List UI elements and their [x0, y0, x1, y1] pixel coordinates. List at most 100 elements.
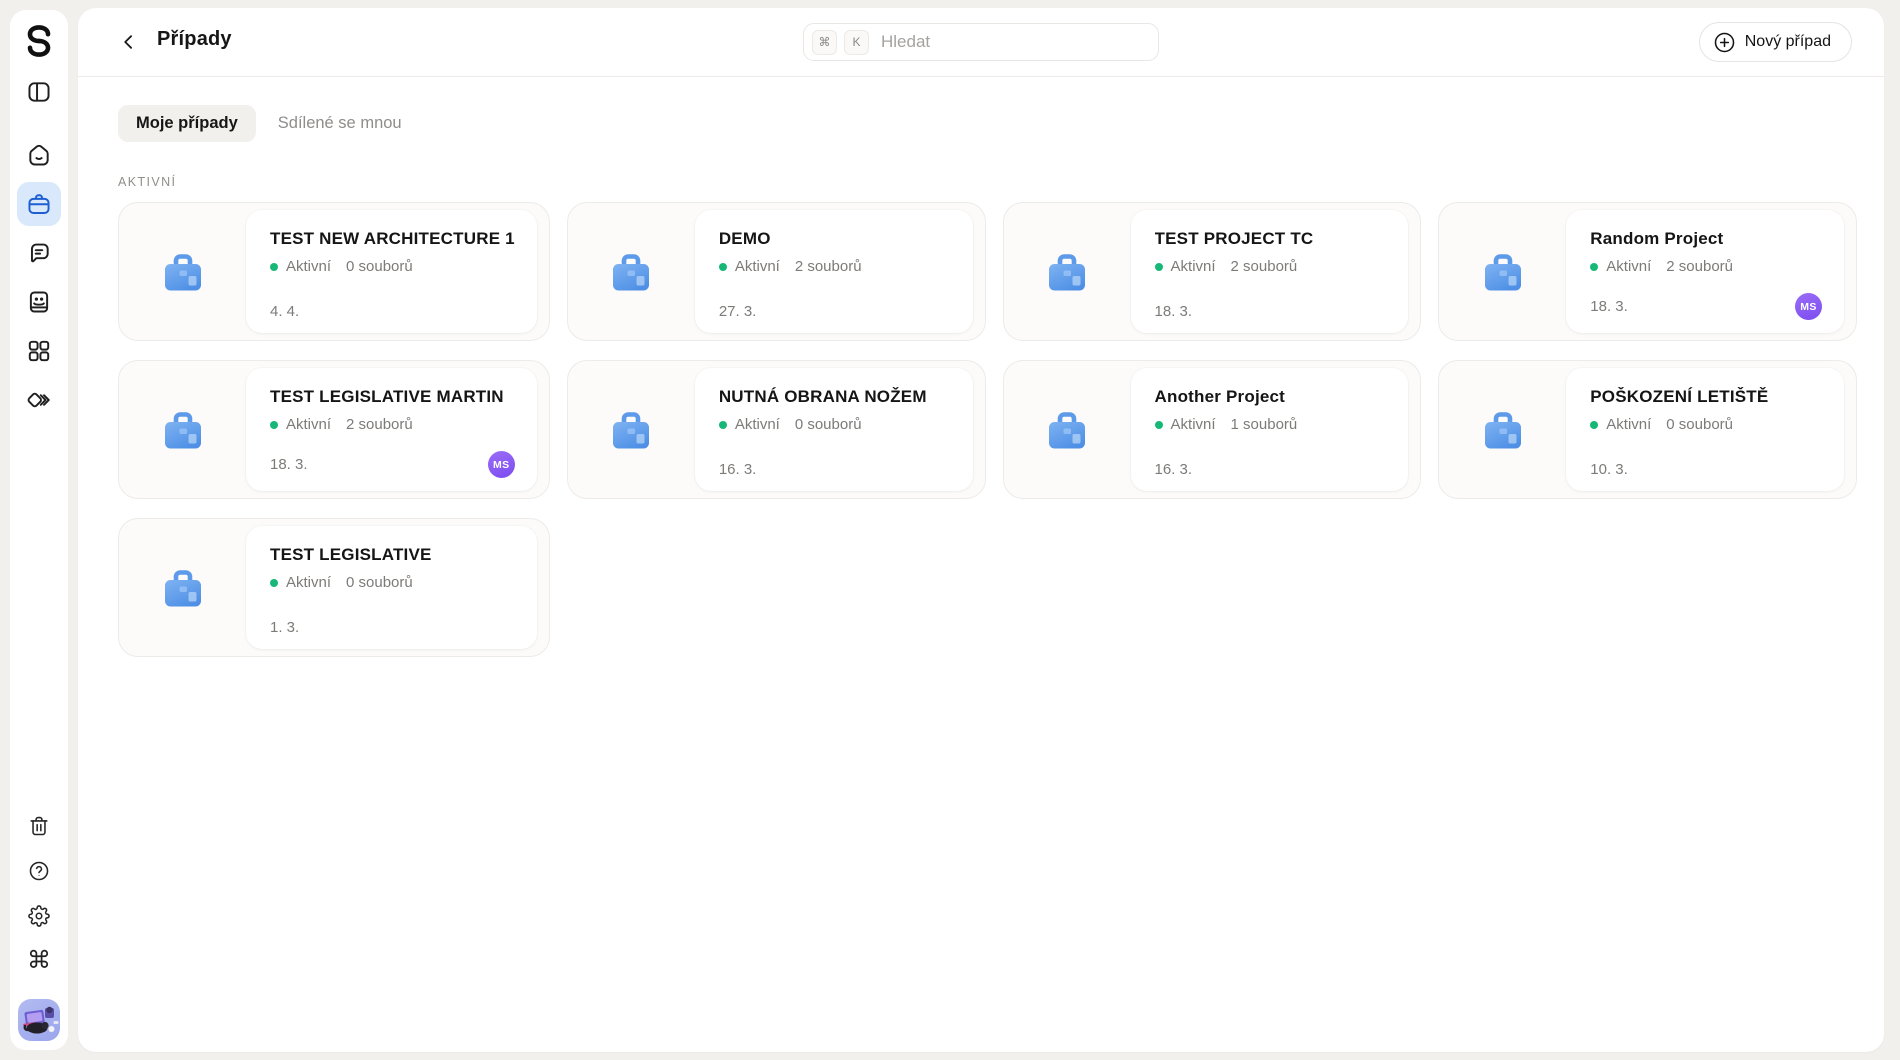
files-count: 2 souborů: [1666, 258, 1733, 275]
files-count: 0 souborů: [346, 574, 413, 591]
briefcase-icon: [155, 560, 211, 616]
status-label: Aktivní: [1606, 258, 1651, 275]
case-status-row: Aktivní 0 souborů: [719, 416, 951, 433]
sidebar-toggle-icon[interactable]: [17, 70, 61, 114]
case-card[interactable]: POŠKOZENÍ LETIŠTĚ Aktivní 0 souborů 10. …: [1438, 360, 1857, 499]
files-count: 2 souborů: [1231, 258, 1298, 275]
status-dot-icon: [1590, 421, 1598, 429]
status-label: Aktivní: [286, 574, 331, 591]
status-label: Aktivní: [1171, 416, 1216, 433]
case-title: NUTNÁ OBRANA NOŽEM: [719, 387, 951, 407]
status-chip: Aktivní: [270, 416, 331, 433]
new-case-button-label: Nový případ: [1745, 33, 1831, 51]
case-card-footer: 1. 3.: [270, 619, 515, 636]
case-date: 4. 4.: [270, 303, 299, 320]
new-case-button[interactable]: Nový případ: [1699, 22, 1852, 62]
case-date: 16. 3.: [1155, 461, 1193, 478]
case-icon-zone: [119, 519, 246, 656]
case-card-body: DEMO Aktivní 2 souborů 27. 3.: [695, 210, 973, 333]
page-title: Případy: [157, 28, 232, 51]
sidebar-item-contacts[interactable]: [17, 280, 61, 324]
case-card-footer: 16. 3.: [719, 461, 951, 478]
status-chip: Aktivní: [1590, 258, 1651, 275]
status-chip: Aktivní: [270, 258, 331, 275]
case-card-body: Random Project Aktivní 2 souborů 18. 3. …: [1566, 210, 1844, 333]
case-icon-zone: [1439, 203, 1566, 340]
sidebar-item-cases[interactable]: [17, 182, 61, 226]
case-title: Another Project: [1155, 387, 1387, 407]
case-card[interactable]: Random Project Aktivní 2 souborů 18. 3. …: [1438, 202, 1857, 341]
files-count: 0 souborů: [346, 258, 413, 275]
status-chip: Aktivní: [270, 574, 331, 591]
briefcase-icon: [603, 244, 659, 300]
briefcase-icon: [155, 244, 211, 300]
case-card-body: NUTNÁ OBRANA NOŽEM Aktivní 0 souborů 16.…: [695, 368, 973, 491]
status-dot-icon: [1155, 421, 1163, 429]
sidebar-item-home[interactable]: [17, 133, 61, 177]
user-avatar[interactable]: [18, 999, 60, 1041]
case-date: 18. 3.: [270, 456, 308, 473]
case-card-body: TEST NEW ARCHITECTURE 1 Aktivní 0 soubor…: [246, 210, 537, 333]
case-status-row: Aktivní 0 souborů: [270, 574, 515, 591]
briefcase-icon: [1475, 244, 1531, 300]
case-card-body: Another Project Aktivní 1 souborů 16. 3.: [1131, 368, 1409, 491]
case-icon-zone: [119, 361, 246, 498]
case-status-row: Aktivní 2 souborů: [719, 258, 951, 275]
trash-icon[interactable]: [21, 808, 57, 844]
sidebar: ⌘: [10, 10, 68, 1050]
status-chip: Aktivní: [719, 416, 780, 433]
search-bar[interactable]: ⌘ K: [803, 23, 1159, 61]
case-card[interactable]: NUTNÁ OBRANA NOŽEM Aktivní 0 souborů 16.…: [567, 360, 986, 499]
case-title: DEMO: [719, 229, 951, 249]
sidebar-item-workflows[interactable]: [17, 378, 61, 422]
status-dot-icon: [270, 579, 278, 587]
status-dot-icon: [719, 421, 727, 429]
case-date: 1. 3.: [270, 619, 299, 636]
tab-my-cases[interactable]: Moje případy: [118, 105, 256, 142]
tab-shared-with-me[interactable]: Sdílené se mnou: [270, 105, 410, 142]
files-count: 2 souborů: [795, 258, 862, 275]
case-title: TEST PROJECT TC: [1155, 229, 1387, 249]
case-card[interactable]: DEMO Aktivní 2 souborů 27. 3.: [567, 202, 986, 341]
case-card-footer: 18. 3. MS: [1590, 293, 1822, 320]
search-input[interactable]: [881, 32, 1146, 52]
status-label: Aktivní: [286, 258, 331, 275]
case-card-footer: 4. 4.: [270, 303, 515, 320]
command-shortcuts-icon[interactable]: ⌘: [21, 943, 57, 979]
case-status-row: Aktivní 2 souborů: [1590, 258, 1822, 275]
case-card[interactable]: TEST PROJECT TC Aktivní 2 souborů 18. 3.: [1003, 202, 1422, 341]
sidebar-bottom: ⌘: [18, 808, 60, 1041]
help-icon[interactable]: [21, 853, 57, 889]
briefcase-icon: [155, 402, 211, 458]
cmd-key-badge: ⌘: [812, 30, 837, 55]
app-logo-icon[interactable]: [23, 24, 55, 58]
case-card-body: TEST LEGISLATIVE Aktivní 0 souborů 1. 3.: [246, 526, 537, 649]
case-status-row: Aktivní 2 souborů: [1155, 258, 1387, 275]
case-icon-zone: [568, 361, 695, 498]
main-panel: Případy ⌘ K Nový případ Moje případy Sdí…: [78, 8, 1884, 1052]
tabs: Moje případy Sdílené se mnou: [118, 105, 1857, 142]
case-icon-zone: [1004, 361, 1131, 498]
case-card[interactable]: TEST LEGISLATIVE MARTIN Aktivní 2 soubor…: [118, 360, 550, 499]
assignee-avatar[interactable]: MS: [1795, 293, 1822, 320]
sidebar-item-apps[interactable]: [17, 329, 61, 373]
status-dot-icon: [1590, 263, 1598, 271]
assignee-avatar[interactable]: MS: [488, 451, 515, 478]
case-status-row: Aktivní 1 souborů: [1155, 416, 1387, 433]
case-card-footer: 18. 3.: [1155, 303, 1387, 320]
status-label: Aktivní: [1606, 416, 1651, 433]
case-card-footer: 10. 3.: [1590, 461, 1822, 478]
case-title: Random Project: [1590, 229, 1822, 249]
back-button[interactable]: [115, 28, 143, 56]
case-card-body: POŠKOZENÍ LETIŠTĚ Aktivní 0 souborů 10. …: [1566, 368, 1844, 491]
files-count: 0 souborů: [1666, 416, 1733, 433]
case-card[interactable]: TEST LEGISLATIVE Aktivní 0 souborů 1. 3.: [118, 518, 550, 657]
case-card[interactable]: Another Project Aktivní 1 souborů 16. 3.: [1003, 360, 1422, 499]
settings-icon[interactable]: [21, 898, 57, 934]
briefcase-icon: [1039, 402, 1095, 458]
status-label: Aktivní: [286, 416, 331, 433]
briefcase-icon: [1475, 402, 1531, 458]
sidebar-item-chat[interactable]: [17, 231, 61, 275]
case-card-footer: 27. 3.: [719, 303, 951, 320]
case-card[interactable]: TEST NEW ARCHITECTURE 1 Aktivní 0 soubor…: [118, 202, 550, 341]
